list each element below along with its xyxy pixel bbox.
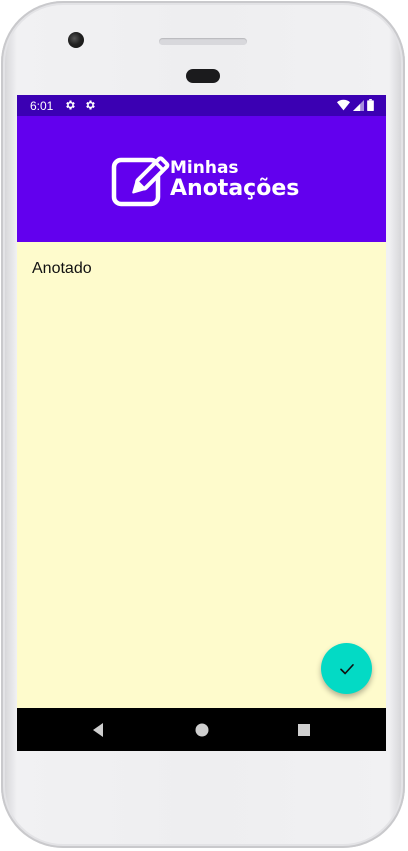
phone-screen: 6:01 Minhas Anotações Anotado [17, 95, 386, 751]
app-title-line1: Minhas [170, 158, 239, 178]
navigation-bar [17, 708, 386, 751]
front-camera [68, 32, 84, 48]
earpiece-speaker [159, 38, 247, 45]
back-icon[interactable] [90, 722, 106, 738]
edit-note-icon [111, 156, 170, 207]
note-editor[interactable]: Anotado [17, 242, 386, 708]
recents-icon[interactable] [296, 722, 312, 738]
signal-icon [353, 99, 364, 111]
proximity-sensor [186, 69, 220, 83]
app-title: Minhas Anotações [170, 160, 299, 200]
app-title-line2: Anotações [170, 176, 300, 201]
home-icon[interactable] [194, 722, 210, 738]
settings-icon [86, 100, 95, 110]
app-header: Minhas Anotações [17, 116, 386, 242]
status-time: 6:01 [30, 99, 54, 113]
status-icons [337, 99, 374, 111]
check-icon [339, 663, 354, 674]
status-bar: 6:01 [17, 95, 386, 116]
wifi-icon [337, 99, 350, 111]
battery-icon [367, 99, 374, 111]
settings-icon [66, 100, 75, 110]
save-button[interactable] [321, 643, 372, 694]
note-text[interactable]: Anotado [32, 260, 92, 278]
